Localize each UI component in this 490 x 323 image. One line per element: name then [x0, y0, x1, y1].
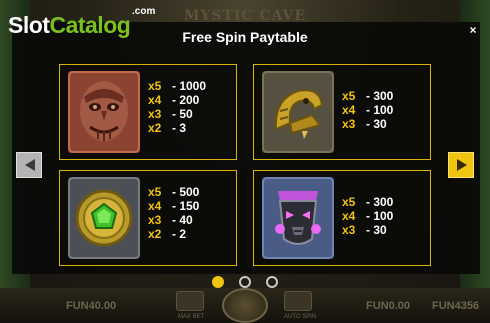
payout-row: x4- 100 [342, 103, 394, 117]
symbol-card: x5- 300 x4- 100 x3- 30 [253, 64, 431, 160]
payout-row: x5- 300 [342, 89, 394, 103]
arrow-right-icon [457, 159, 467, 171]
close-button[interactable]: × [466, 23, 480, 37]
payout-row: x4- 200 [148, 93, 200, 107]
previous-page-button[interactable] [16, 152, 42, 178]
payout-row: x3- 50 [148, 107, 193, 121]
payout-row: x2- 2 [148, 227, 187, 241]
page-dot-1[interactable] [212, 276, 224, 288]
arrow-left-icon [25, 159, 35, 171]
payout-list: x5- 300 x4- 100 x3- 30 [342, 195, 393, 237]
max-bet-label: MAX BET [178, 314, 205, 320]
payout-row: x4- 100 [342, 209, 394, 223]
payout-row: x5- 300 [342, 195, 394, 209]
win-amount: FUN0.00 [366, 300, 411, 312]
payout-list: x5- 1000 x4- 200 x3- 50 x2- 3 [148, 79, 206, 135]
next-page-button[interactable] [448, 152, 474, 178]
page-dot-3[interactable] [266, 276, 278, 288]
balance-amount: FUN4356 [432, 300, 480, 312]
paytable-title: Free Spin Paytable [182, 29, 308, 45]
purple-tribal-mask-icon [262, 177, 334, 259]
payout-row: x5- 500 [148, 185, 200, 199]
page-dot-2[interactable] [239, 276, 251, 288]
max-bet-button[interactable] [176, 291, 204, 311]
payout-row: x5- 1000 [148, 79, 207, 93]
auto-spin-button[interactable] [284, 291, 312, 311]
payout-list: x5- 300 x4- 100 x3- 30 [342, 89, 393, 131]
payout-row: x3- 30 [342, 117, 387, 131]
auto-spin-label: AUTO SPIN [284, 314, 317, 320]
payout-row: x3- 40 [148, 213, 193, 227]
payout-list: x5- 500 x4- 150 x3- 40 x2- 2 [148, 185, 199, 241]
spin-button[interactable] [222, 288, 268, 323]
red-stone-mask-icon [68, 71, 140, 153]
brand-suffix: .com [132, 6, 156, 17]
symbol-card: x5- 300 x4- 100 x3- 30 [253, 170, 431, 266]
green-gem-medallion-icon [68, 177, 140, 259]
bet-amount: FUN40.00 [66, 300, 117, 312]
payout-row: x3- 30 [342, 223, 387, 237]
payout-row: x4- 150 [148, 199, 200, 213]
symbol-card: x5- 1000 x4- 200 x3- 50 x2- 3 [59, 64, 237, 160]
brand-name: SlotCatalog [8, 12, 131, 38]
gold-serpent-head-icon [262, 71, 334, 153]
symbol-card: x5- 500 x4- 150 x3- 40 x2- 2 [59, 170, 237, 266]
payout-row: x2- 3 [148, 121, 187, 135]
